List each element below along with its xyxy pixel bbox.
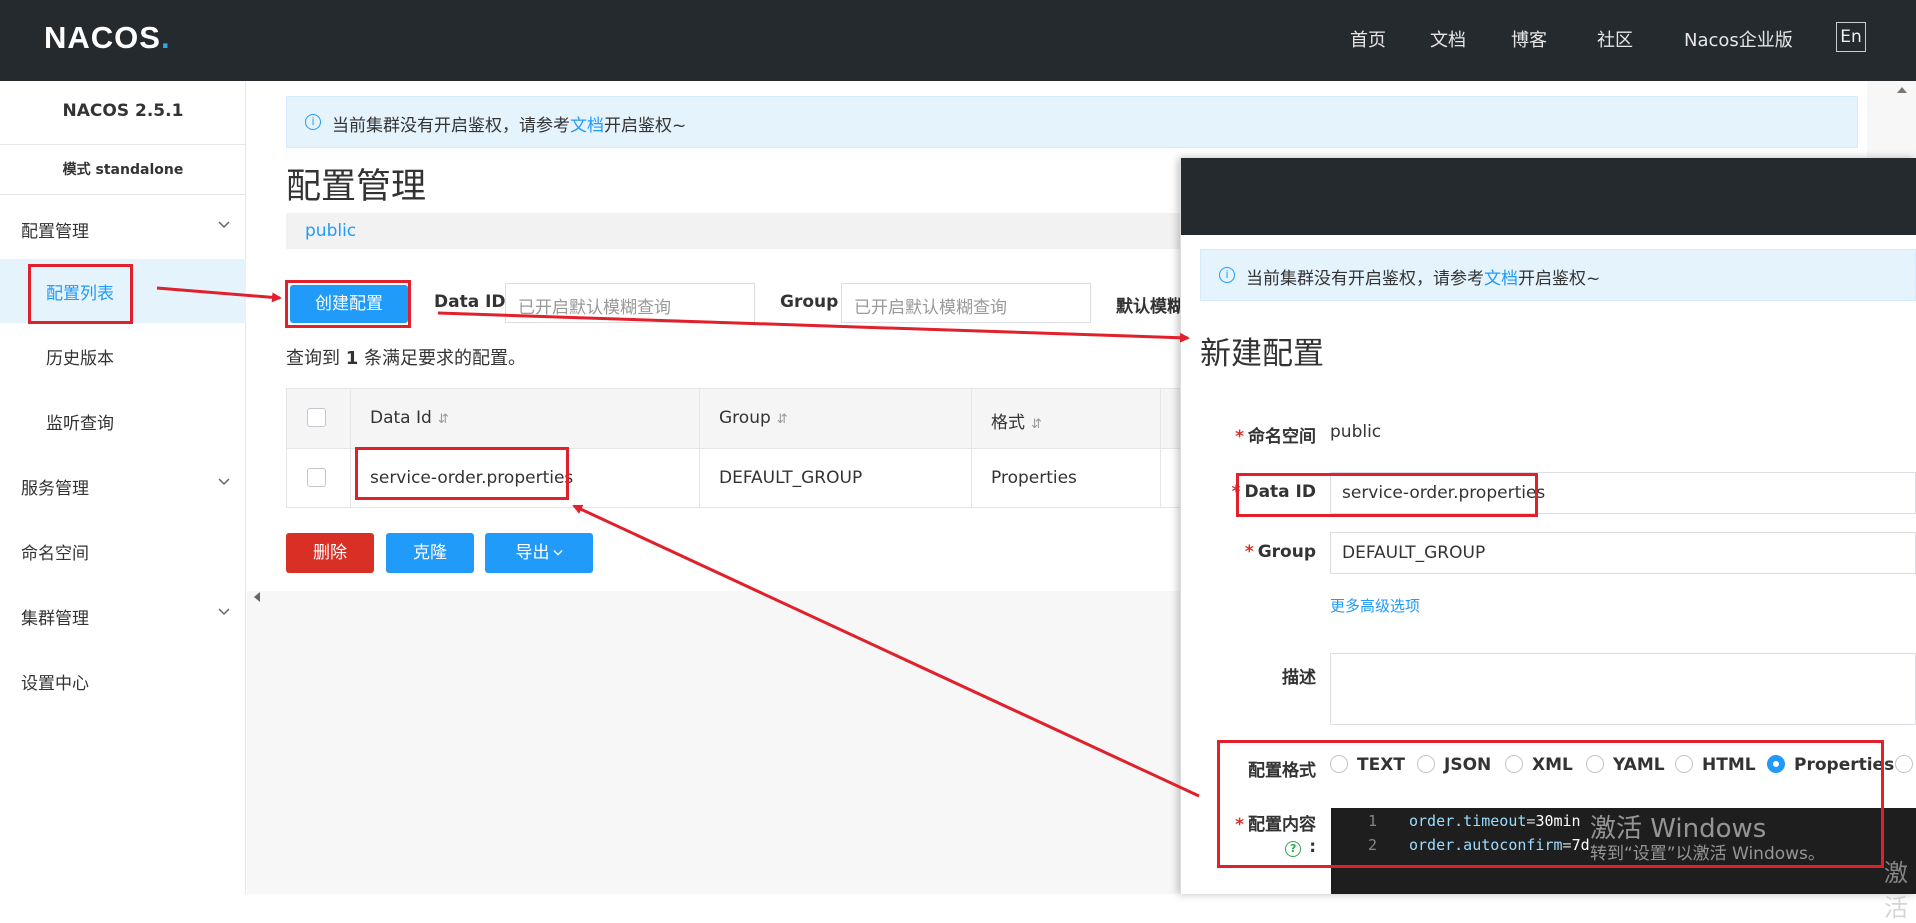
dialog-auth-notice: i 当前集群没有开启鉴权，请参考文档开启鉴权~	[1200, 249, 1916, 301]
format-radio-more[interactable]	[1895, 755, 1916, 775]
dialog-header	[1181, 158, 1916, 235]
docs-link[interactable]: 文档	[1484, 269, 1518, 289]
notice-text: 当前集群没有开启鉴权，请参考	[1246, 269, 1484, 289]
description-textarea[interactable]	[1330, 653, 1916, 725]
radio-circle	[1895, 755, 1913, 773]
notice-text: 开启鉴权~	[1518, 269, 1601, 289]
sidebar-item-service-management[interactable]: 服务管理	[0, 454, 246, 518]
nacos-logo[interactable]: NACOS.	[44, 20, 171, 56]
top-navbar: NACOS. 首页 文档 博客 社区 Nacos企业版 En	[0, 0, 1916, 81]
table-header-group[interactable]: Group ⇵	[700, 389, 972, 449]
group-label: * Group	[1244, 542, 1316, 562]
annotation-box-dialog-data-id	[1236, 473, 1538, 517]
annotation-box-format-content	[1217, 740, 1884, 868]
table-header-data-id[interactable]: Data Id ⇵	[351, 389, 700, 449]
chevron-down-icon	[218, 221, 230, 229]
sidebar-item-label: 配置管理	[21, 222, 89, 242]
chevron-down-icon	[552, 550, 563, 556]
mode-label: 模式 standalone	[62, 162, 184, 178]
table-header-format[interactable]: 格式 ⇵	[972, 389, 1161, 449]
sidebar-item-config-management[interactable]: 配置管理	[0, 197, 246, 261]
group-input[interactable]: DEFAULT_GROUP	[1330, 532, 1916, 574]
chevron-down-icon	[218, 478, 230, 486]
notice-text: 开启鉴权~	[604, 116, 687, 136]
info-icon: i	[1219, 267, 1235, 283]
sidebar-item-label: 监听查询	[46, 414, 114, 434]
table-cell-format: Properties	[972, 449, 1161, 508]
auth-notice: i 当前集群没有开启鉴权，请参考文档开启鉴权~	[286, 96, 1858, 148]
sort-icon[interactable]: ⇵	[777, 412, 788, 427]
annotation-box-config-list	[28, 264, 133, 324]
sort-icon[interactable]: ⇵	[1031, 417, 1042, 432]
sidebar-item-label: 服务管理	[21, 479, 89, 499]
clone-button[interactable]: 克隆	[386, 533, 474, 573]
sidebar-item-cluster-management[interactable]: 集群管理	[0, 584, 246, 648]
namespace-tab-public[interactable]: public	[305, 221, 356, 241]
language-switch-button[interactable]: En	[1836, 22, 1866, 52]
namespace-value: public	[1330, 422, 1382, 442]
divider	[0, 144, 246, 145]
select-all-checkbox[interactable]	[307, 408, 326, 427]
sidebar-item-label: 历史版本	[46, 349, 114, 369]
export-button[interactable]: 导出	[485, 533, 593, 573]
advanced-options-link[interactable]: 更多高级选项	[1330, 595, 1420, 616]
data-id-label: Data ID	[434, 292, 506, 312]
info-icon: i	[305, 114, 321, 130]
sidebar-item-settings[interactable]: 设置中心	[0, 649, 246, 713]
sidebar-item-label: 命名空间	[21, 544, 89, 564]
description-label: 描述	[1282, 668, 1316, 688]
delete-button[interactable]: 删除	[286, 533, 374, 573]
table-header-cell	[287, 389, 351, 449]
scroll-left-arrow-icon[interactable]	[252, 591, 262, 603]
scroll-up-arrow-icon[interactable]	[1896, 85, 1908, 95]
data-id-search-input[interactable]: 已开启默认模糊查询	[505, 283, 755, 323]
page-title: 配置管理	[286, 167, 427, 207]
divider	[0, 194, 246, 195]
sidebar: NACOS 2.5.1 模式 standalone 配置管理 配置列表 历史版本…	[0, 81, 246, 894]
table-cell-group: DEFAULT_GROUP	[700, 449, 972, 508]
nav-enterprise-link[interactable]: Nacos企业版	[1684, 26, 1793, 52]
table-row	[287, 449, 351, 508]
fuzzy-search-label: 默认模糊	[1116, 297, 1180, 317]
sidebar-item-label: 集群管理	[21, 609, 89, 629]
group-search-input[interactable]: 已开启默认模糊查询	[841, 283, 1091, 323]
nav-blog-link[interactable]: 博客	[1511, 26, 1547, 52]
sidebar-item-label: 设置中心	[21, 674, 89, 694]
group-label: Group	[780, 292, 839, 312]
row-checkbox[interactable]	[307, 468, 326, 487]
namespace-bar: public	[286, 213, 1186, 249]
sort-icon[interactable]: ⇵	[438, 412, 449, 427]
nav-community-link[interactable]: 社区	[1597, 26, 1633, 52]
namespace-label: * 命名空间	[1235, 427, 1316, 447]
annotation-box-create-button	[285, 280, 411, 328]
nav-home-link[interactable]: 首页	[1350, 26, 1386, 52]
result-summary: 查询到 1 条满足要求的配置。	[286, 348, 526, 369]
dialog-title: 新建配置	[1200, 336, 1324, 372]
nav-docs-link[interactable]: 文档	[1430, 26, 1466, 52]
sidebar-item-listener-query[interactable]: 监听查询	[0, 389, 246, 453]
chevron-down-icon	[218, 608, 230, 616]
sidebar-item-history[interactable]: 历史版本	[0, 324, 246, 388]
version-label: NACOS 2.5.1	[62, 101, 184, 121]
windows-activation-watermark-edge: 激活	[1884, 859, 1908, 922]
sidebar-item-namespace[interactable]: 命名空间	[0, 519, 246, 583]
notice-text: 当前集群没有开启鉴权，请参考	[332, 116, 570, 136]
annotation-box-data-id-cell	[355, 447, 569, 500]
docs-link[interactable]: 文档	[570, 116, 604, 136]
